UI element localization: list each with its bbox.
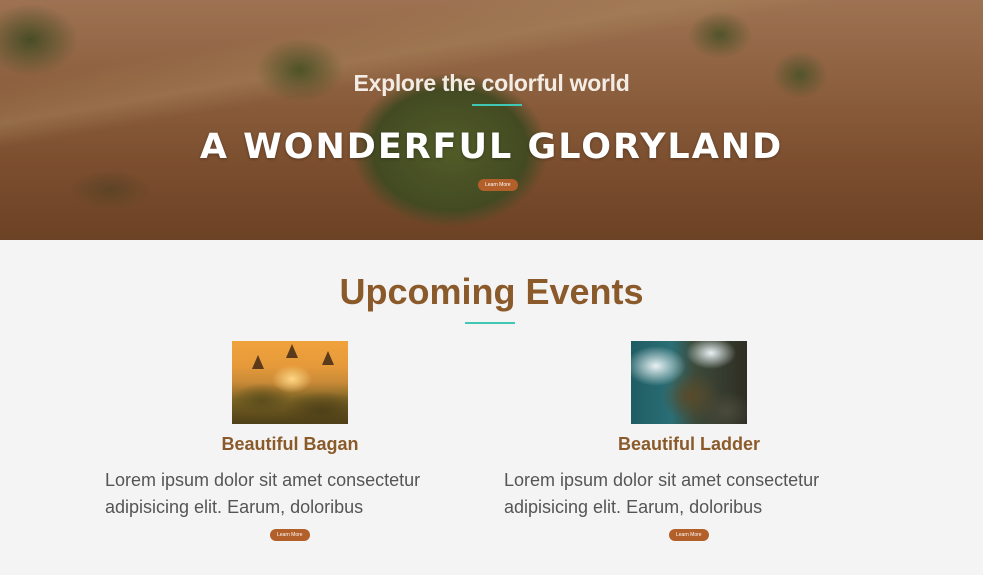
hero-subtitle: Explore the colorful world	[353, 70, 630, 96]
event-image-ladder	[631, 341, 747, 424]
hero-learn-more-button[interactable]: Learn More	[478, 179, 518, 191]
event-name: Beautiful Bagan	[221, 434, 359, 454]
event-learn-more-button[interactable]: Learn More	[270, 529, 310, 541]
hero-banner: Explore the colorful world A WONDERFUL G…	[0, 0, 983, 240]
hero-title: A WONDERFUL GLORYLAND	[199, 127, 784, 167]
event-name: Beautiful Ladder	[617, 434, 760, 454]
section-title: Upcoming Events	[339, 271, 644, 312]
hero-divider	[472, 104, 522, 106]
event-image-bagan	[232, 341, 348, 424]
event-description: Lorem ipsum dolor sit amet consectetur a…	[504, 470, 820, 517]
event-learn-more-button[interactable]: Learn More	[669, 529, 709, 541]
section-divider	[465, 322, 515, 324]
event-description: Lorem ipsum dolor sit amet consectetur a…	[105, 470, 421, 517]
